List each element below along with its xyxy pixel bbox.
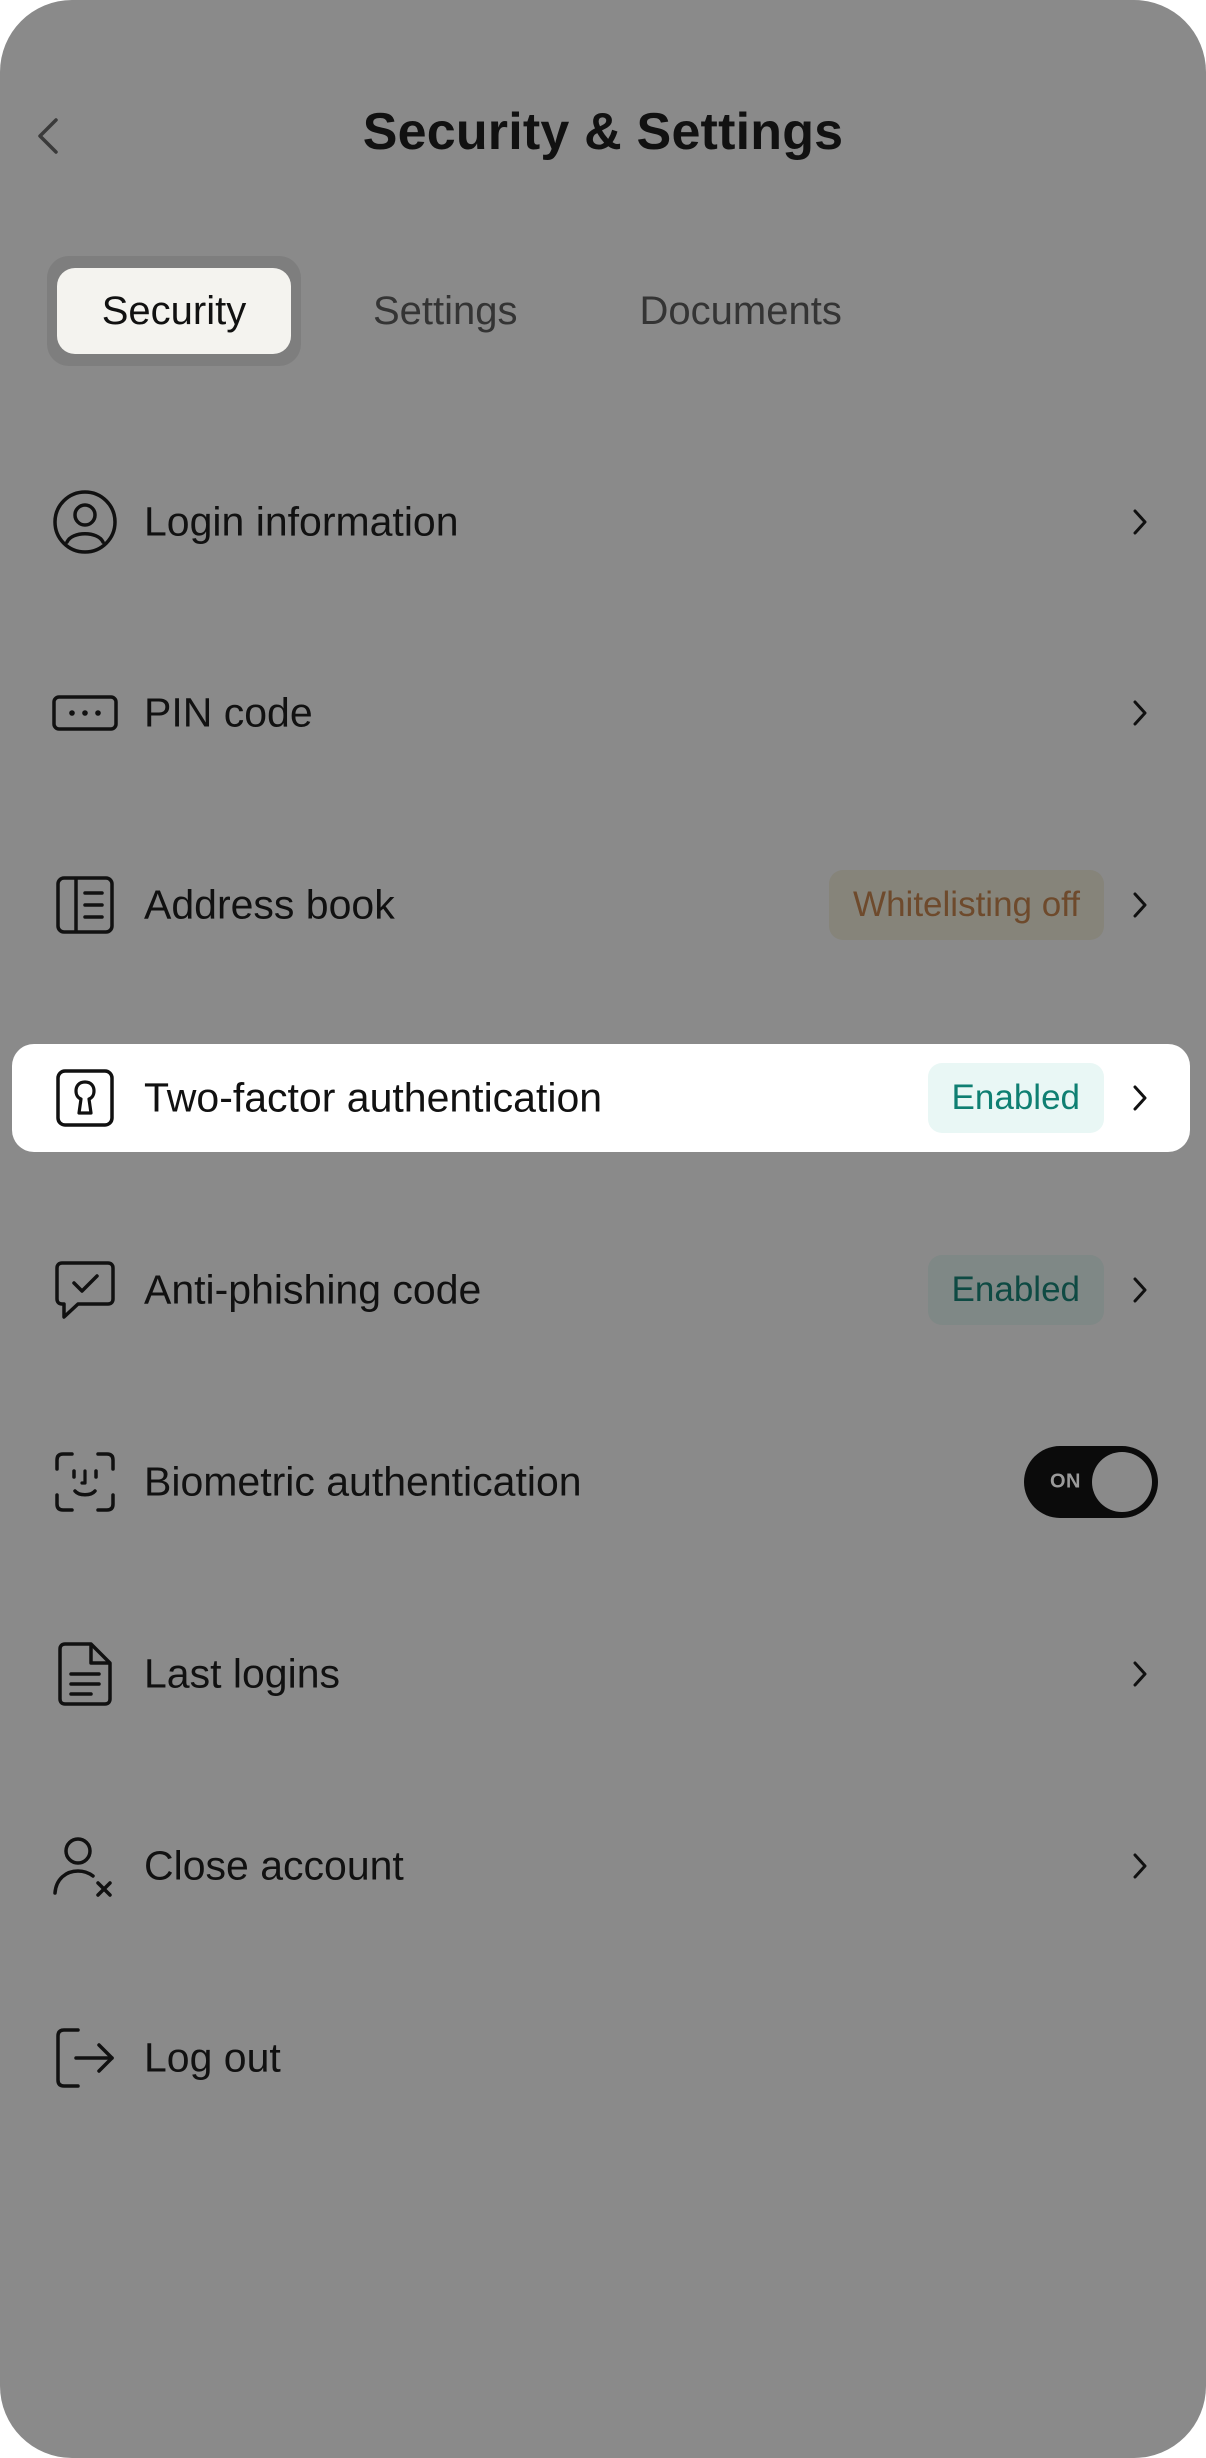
menu-item-label: Biometric authentication bbox=[144, 1458, 582, 1505]
menu-item-anti-phishing-code[interactable]: Anti-phishing code Enabled bbox=[12, 1236, 1190, 1344]
menu-item-label: Close account bbox=[144, 1842, 404, 1889]
security-settings-screen: Security & Settings Security Settings Do… bbox=[0, 0, 1206, 2458]
menu-item-two-factor-authentication[interactable]: Two-factor authentication Enabled bbox=[12, 1044, 1190, 1152]
menu-item-address-book[interactable]: Address book Whitelisting off bbox=[12, 851, 1190, 959]
user-remove-icon bbox=[50, 1831, 120, 1901]
two-factor-status-badge: Enabled bbox=[927, 1063, 1104, 1133]
toggle-state-label: ON bbox=[1050, 1470, 1081, 1493]
user-circle-icon bbox=[50, 487, 120, 557]
menu-item-biometric-authentication: Biometric authentication ON bbox=[12, 1428, 1190, 1536]
anti-phishing-status-badge: Enabled bbox=[927, 1255, 1104, 1325]
face-id-icon bbox=[50, 1447, 120, 1517]
menu-item-label: Address book bbox=[144, 881, 395, 928]
chevron-right-icon bbox=[1126, 695, 1154, 731]
document-lines-icon bbox=[50, 1639, 120, 1709]
menu-item-label: Last logins bbox=[144, 1650, 341, 1697]
toggle-knob bbox=[1092, 1452, 1152, 1512]
tab-bar: Security Settings Documents bbox=[47, 256, 842, 366]
chevron-right-icon bbox=[1126, 1656, 1154, 1692]
address-book-icon bbox=[50, 870, 120, 940]
logout-icon bbox=[50, 2023, 120, 2093]
pin-dots-icon bbox=[50, 678, 120, 748]
menu-item-last-logins[interactable]: Last logins bbox=[12, 1620, 1190, 1728]
chevron-right-icon bbox=[1126, 887, 1154, 923]
biometric-toggle[interactable]: ON bbox=[1024, 1446, 1158, 1518]
tab-security[interactable]: Security bbox=[57, 268, 291, 354]
menu-item-pin-code[interactable]: PIN code bbox=[12, 659, 1190, 767]
menu-item-label: Two-factor authentication bbox=[144, 1074, 603, 1121]
chevron-right-icon bbox=[1126, 1080, 1154, 1116]
tab-settings[interactable]: Settings bbox=[373, 289, 518, 334]
menu-item-close-account[interactable]: Close account bbox=[12, 1812, 1190, 1920]
chevron-right-icon bbox=[1126, 1848, 1154, 1884]
menu-item-label: PIN code bbox=[144, 689, 313, 736]
keyhole-lock-icon bbox=[50, 1063, 120, 1133]
chevron-right-icon bbox=[1126, 504, 1154, 540]
page-title: Security & Settings bbox=[362, 103, 844, 161]
menu-item-log-out[interactable]: Log out bbox=[12, 2004, 1190, 2112]
menu-item-label: Login information bbox=[144, 498, 459, 545]
menu-item-login-information[interactable]: Login information bbox=[12, 468, 1190, 576]
tab-documents[interactable]: Documents bbox=[640, 289, 842, 334]
chat-check-icon bbox=[50, 1255, 120, 1325]
menu-item-label: Anti-phishing code bbox=[144, 1266, 482, 1313]
whitelisting-status-badge: Whitelisting off bbox=[829, 870, 1104, 940]
menu-item-label: Log out bbox=[144, 2034, 281, 2081]
chevron-right-icon bbox=[1126, 1272, 1154, 1308]
